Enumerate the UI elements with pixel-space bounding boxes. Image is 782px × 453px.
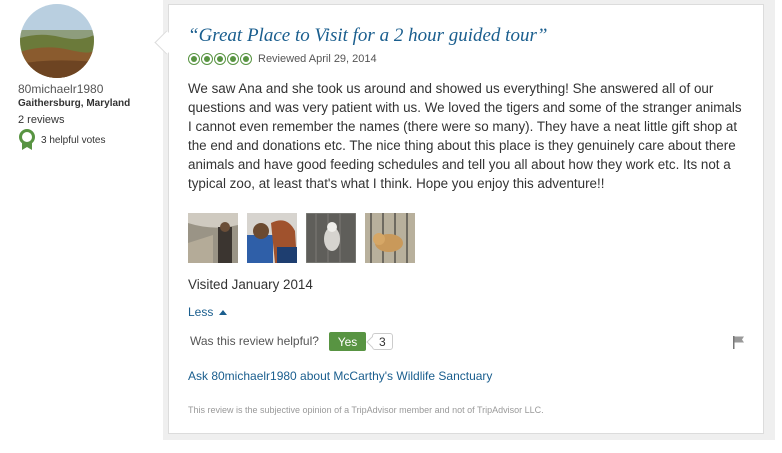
rating-bubble-icon xyxy=(188,53,200,65)
flag-icon[interactable] xyxy=(732,335,746,349)
review-card: “Great Place to Visit for a 2 hour guide… xyxy=(168,4,764,434)
rating-bubble-icon xyxy=(227,53,239,65)
rating-bubble-icon xyxy=(240,53,252,65)
review-disclaimer: This review is the subjective opinion of… xyxy=(188,405,544,415)
review-photo[interactable] xyxy=(247,213,297,263)
review-title[interactable]: “Great Place to Visit for a 2 hour guide… xyxy=(188,25,547,47)
helpful-count-badge: 3 xyxy=(372,333,393,350)
review-photo[interactable] xyxy=(306,213,356,263)
helpful-question: Was this review helpful? xyxy=(190,334,319,348)
avatar[interactable] xyxy=(20,4,94,78)
yes-helpful-button[interactable]: Yes xyxy=(329,332,366,351)
review-photo[interactable] xyxy=(365,213,415,263)
rating-row: Reviewed April 29, 2014 xyxy=(188,53,377,65)
helpful-votes: 3 helpful votes xyxy=(18,129,158,151)
reviewer-location: Gaithersburg, Maryland xyxy=(18,98,131,109)
review-body: We saw Ana and she took us around and sh… xyxy=(188,81,742,191)
reviewer-profile: 80michaelr1980 Gaithersburg, Maryland 2 … xyxy=(18,4,158,151)
less-toggle[interactable]: Less xyxy=(188,305,228,319)
visited-date: Visited January 2014 xyxy=(188,277,313,292)
caret-up-icon xyxy=(219,310,228,316)
rating-bubbles xyxy=(188,53,253,65)
reviewer-username[interactable]: 80michaelr1980 xyxy=(18,82,158,96)
review-photos xyxy=(188,213,424,263)
rating-bubble-icon xyxy=(214,53,226,65)
ask-reviewer-link[interactable]: Ask 80michaelr1980 about McCarthy's Wild… xyxy=(188,369,492,383)
less-label: Less xyxy=(188,305,214,319)
reviewer-reviews-count[interactable]: 2 reviews xyxy=(18,114,158,126)
rating-bubble-icon xyxy=(201,53,213,65)
helpful-votes-label: 3 helpful votes xyxy=(41,134,106,146)
review-date: Reviewed April 29, 2014 xyxy=(258,53,377,65)
ribbon-icon xyxy=(18,129,36,151)
review-photo[interactable] xyxy=(188,213,238,263)
